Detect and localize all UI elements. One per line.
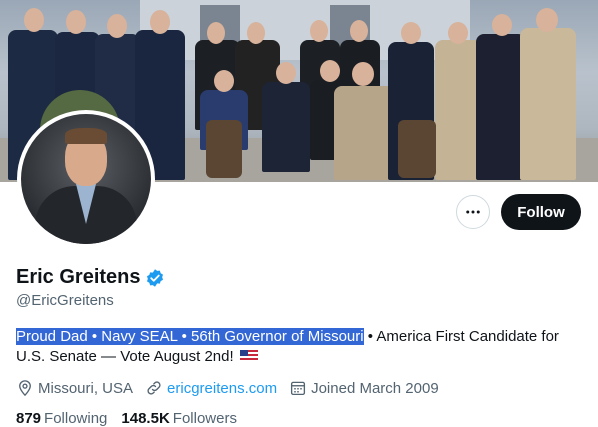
website-link[interactable]: ericgreitens.com (167, 380, 277, 397)
following-count: 879 (16, 410, 42, 427)
follow-button[interactable]: Follow (501, 194, 581, 230)
profile-meta: Missouri, USA ericgreitens.com Joined Ma… (16, 379, 451, 397)
following-label: Following (44, 410, 108, 427)
us-flag-icon (239, 350, 258, 362)
followers-label: Followers (172, 410, 237, 427)
bio-selected-text[interactable]: Proud Dad • Navy SEAL • 56th Governor of… (16, 328, 364, 345)
followers-count: 148.5K (121, 410, 170, 427)
link-icon (147, 381, 161, 395)
following-stat[interactable]: 879 Following (16, 410, 107, 427)
joined-item: Joined March 2009 (289, 379, 439, 397)
profile-bio: Proud Dad • Navy SEAL • 56th Governor of… (16, 327, 576, 367)
profile-handle: @EricGreitens (16, 292, 114, 309)
location-text: Missouri, USA (38, 379, 134, 397)
followers-stat[interactable]: 148.5K Followers (121, 410, 237, 427)
more-horizontal-icon (466, 210, 480, 214)
joined-text: Joined March 2009 (311, 379, 439, 397)
more-options-button[interactable] (456, 195, 490, 229)
profile-name-row: Eric Greitens (16, 266, 165, 289)
calendar-icon (291, 381, 306, 396)
display-name: Eric Greitens (16, 266, 141, 288)
follow-stats: 879 Following 148.5K Followers (16, 410, 251, 427)
location-item: Missouri, USA (16, 379, 133, 397)
location-pin-icon (19, 380, 31, 397)
profile-avatar[interactable] (17, 110, 155, 248)
website-item[interactable]: ericgreitens.com (145, 379, 277, 397)
verified-badge-icon[interactable] (145, 268, 165, 288)
avatar-photo (21, 114, 151, 244)
